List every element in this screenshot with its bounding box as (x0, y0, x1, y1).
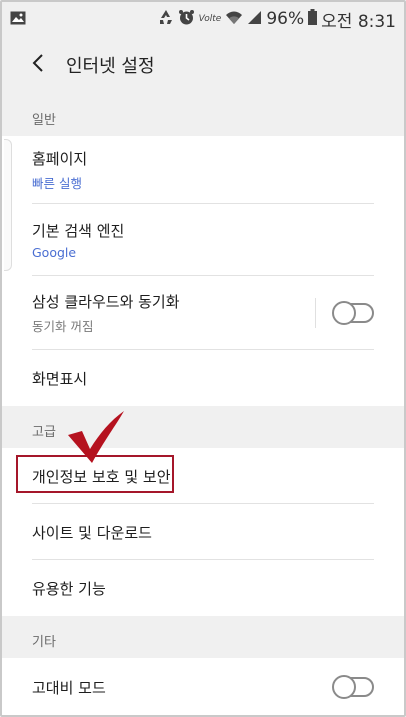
status-bar: Volte 96% 오전 8:31 (2, 2, 404, 36)
back-arrow-icon (31, 53, 45, 77)
checkmark-icon (68, 411, 124, 463)
section-header-others: 기타 (2, 616, 404, 658)
setting-label: 고대비 모드 (32, 678, 106, 697)
setting-value: 동기화 꺼짐 (32, 319, 94, 334)
setting-sites-downloads[interactable]: 사이트 및 다운로드 (2, 504, 404, 560)
edge-panel-handle[interactable] (4, 139, 12, 271)
toggle-knob (332, 301, 356, 325)
samsung-cloud-sync-toggle[interactable] (332, 301, 374, 325)
image-icon (10, 10, 26, 29)
section-header-general: 일반 (2, 94, 404, 136)
setting-label: 개인정보 보호 및 보안 (32, 467, 171, 486)
setting-label: 사이트 및 다운로드 (32, 523, 152, 542)
section-header-advanced: 고급 (2, 406, 404, 448)
setting-label: 삼성 클라우드와 동기화 (32, 293, 180, 311)
setting-label: 기본 검색 엔진 (32, 222, 125, 240)
divider (32, 715, 374, 716)
setting-label: 홈페이지 (32, 150, 88, 168)
alarm-icon (178, 9, 195, 30)
volte-icon: Volte (198, 14, 222, 24)
toggle-knob (332, 675, 356, 699)
back-button[interactable] (20, 47, 56, 83)
high-contrast-toggle[interactable] (332, 675, 374, 699)
clock: 오전 8:31 (321, 11, 396, 32)
screen-frame: Volte 96% 오전 8:31 인터넷 설정 일반 홈페이지 빠른 실행 기… (0, 0, 406, 717)
battery-percent: 96% (266, 9, 305, 29)
setting-samsung-cloud-sync[interactable]: 삼성 클라우드와 동기화 동기화 꺼짐 (2, 276, 404, 350)
page-title: 인터넷 설정 (66, 56, 155, 77)
setting-homepage[interactable]: 홈페이지 빠른 실행 (2, 136, 404, 204)
battery-icon (308, 9, 318, 29)
setting-value: 빠른 실행 (32, 176, 82, 191)
vertical-divider (315, 298, 316, 328)
setting-high-contrast[interactable]: 고대비 모드 (2, 658, 404, 716)
settings-list: 일반 홈페이지 빠른 실행 기본 검색 엔진 Google 삼성 클라우드와 동… (2, 94, 404, 716)
setting-label: 화면표시 (32, 369, 88, 388)
setting-display[interactable]: 화면표시 (2, 350, 404, 406)
setting-label: 유용한 기능 (32, 579, 106, 598)
signal-icon (247, 10, 262, 29)
setting-useful-features[interactable]: 유용한 기능 (2, 560, 404, 616)
setting-value: Google (32, 245, 77, 260)
app-bar: 인터넷 설정 (2, 36, 404, 94)
wifi-icon (225, 10, 243, 29)
setting-privacy-security[interactable]: 개인정보 보호 및 보안 (2, 448, 404, 504)
setting-search-engine[interactable]: 기본 검색 엔진 Google (2, 204, 404, 276)
recycle-icon (158, 9, 174, 29)
